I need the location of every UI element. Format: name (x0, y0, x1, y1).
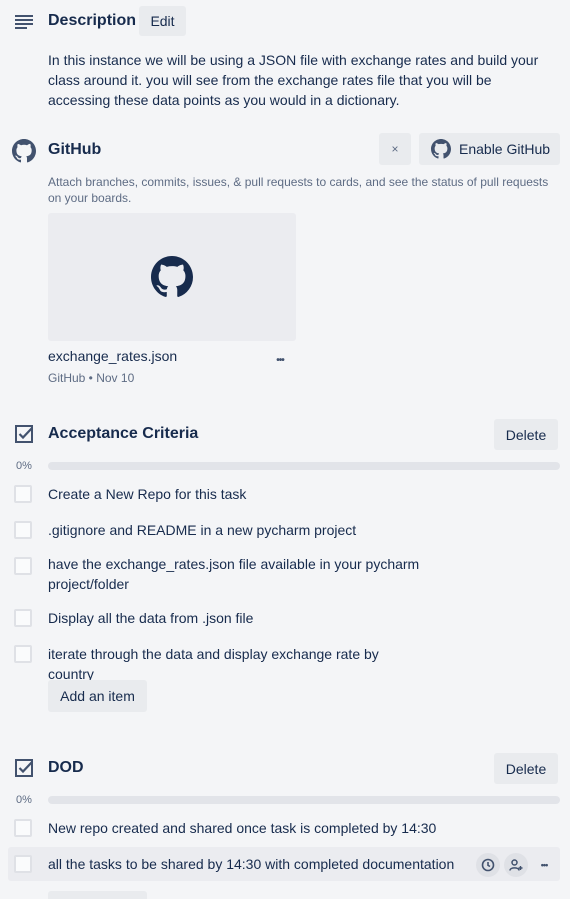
checklist-item[interactable]: .gitignore and README in a new pycharm p… (8, 518, 560, 542)
progress-percentage: 0% (16, 794, 32, 806)
description-icon (12, 10, 36, 34)
enable-github-label: Enable GitHub (459, 141, 551, 157)
checklist-checkbox[interactable] (14, 645, 32, 663)
checklist-item[interactable]: have the exchange_rates.json file availa… (8, 552, 560, 596)
add-item-button[interactable]: Add an item (48, 680, 147, 712)
edit-description-button[interactable]: Edit (139, 6, 186, 36)
enable-github-button[interactable]: Enable GitHub (419, 133, 560, 165)
more-icon[interactable]: ••• (532, 853, 556, 877)
dod-title: DOD (48, 759, 84, 776)
checklist-item-actions: ••• (476, 853, 556, 877)
attachment-name[interactable]: exchange_rates.json (48, 348, 177, 364)
attachment-thumbnail[interactable] (48, 213, 296, 341)
progress-bar (48, 462, 560, 470)
checklist-checkbox[interactable] (14, 819, 32, 837)
acceptance-criteria-title: Acceptance Criteria (48, 425, 199, 442)
checklist-checkbox[interactable] (14, 485, 32, 503)
checklist-item[interactable]: Display all the data from .json file (8, 606, 560, 630)
checklist-item-label[interactable]: Display all the data from .json file (48, 608, 428, 628)
checklist-checkbox[interactable] (14, 521, 32, 539)
description-text[interactable]: In this instance we will be using a JSON… (48, 50, 548, 110)
checklist-item[interactable]: Create a New Repo for this task (8, 482, 560, 506)
progress-bar (48, 796, 560, 804)
checklist-item-label[interactable]: .gitignore and README in a new pycharm p… (48, 520, 428, 540)
checklist-item[interactable]: iterate through the data and display exc… (8, 642, 560, 682)
github-description: Attach branches, commits, issues, & pull… (48, 175, 549, 205)
assign-member-icon[interactable] (504, 853, 528, 877)
checklist-icon (12, 756, 36, 780)
checklist-item-label[interactable]: New repo created and shared once task is… (48, 818, 528, 838)
close-github-button[interactable]: × (379, 133, 411, 165)
attachment-meta: GitHub • Nov 10 (48, 371, 135, 385)
checklist-checkbox[interactable] (14, 557, 32, 575)
checklist-item[interactable]: New repo created and shared once task is… (8, 816, 560, 840)
checklist-checkbox[interactable] (14, 609, 32, 627)
add-item-button[interactable] (48, 891, 147, 899)
description-title: Description (48, 12, 137, 29)
progress-percentage: 0% (16, 460, 32, 472)
clock-icon[interactable] (476, 853, 500, 877)
checklist-item-label[interactable]: have the exchange_rates.json file availa… (48, 554, 428, 594)
delete-checklist-button[interactable]: Delete (494, 753, 558, 784)
checklist-item-label[interactable]: all the tasks to be shared by 14:30 with… (48, 854, 478, 874)
attachment-menu-button[interactable]: ••• (268, 350, 292, 370)
github-icon (151, 256, 193, 298)
checklist-icon (12, 422, 36, 446)
github-icon (431, 139, 451, 159)
checklist-item[interactable]: all the tasks to be shared by 14:30 with… (8, 847, 560, 881)
checklist-checkbox[interactable] (14, 855, 32, 873)
checklist-item-label[interactable]: iterate through the data and display exc… (48, 644, 428, 684)
github-title: GitHub (48, 141, 102, 158)
github-icon (12, 139, 36, 163)
delete-checklist-button[interactable]: Delete (494, 419, 558, 450)
checklist-item-label[interactable]: Create a New Repo for this task (48, 484, 428, 504)
